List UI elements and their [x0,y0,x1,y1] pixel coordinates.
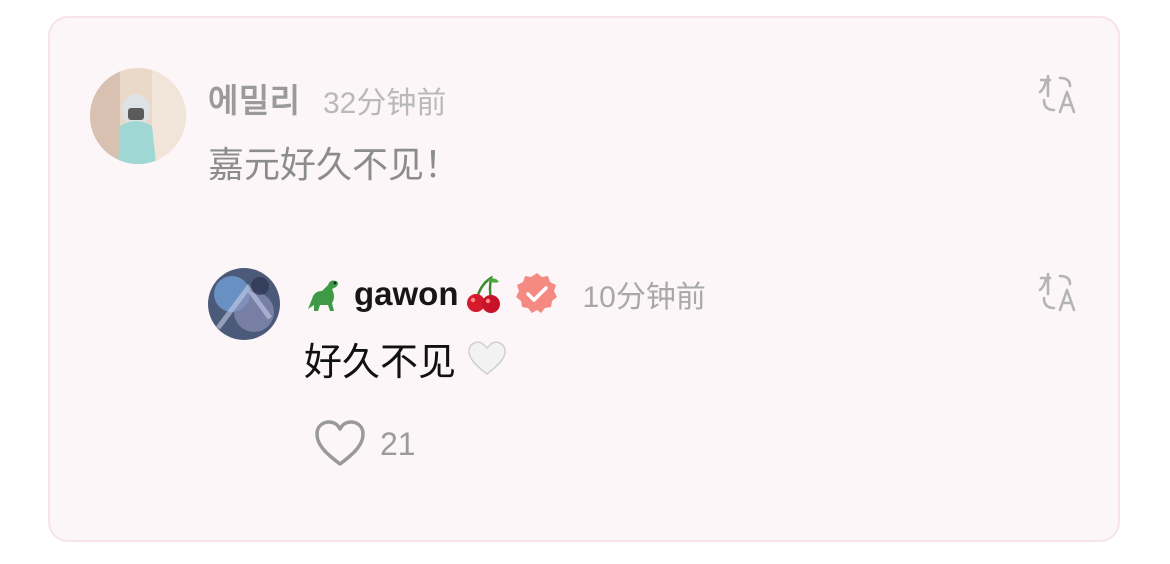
translate-icon[interactable] [1036,72,1080,116]
avatar[interactable] [90,68,186,164]
reply-text: 好久不见 [304,341,457,384]
comment-card: 에밀리 32分钟前 嘉元好久不见！ gawon 10分钟前 好久不见 21 [48,16,1120,542]
reply-avatar[interactable] [208,268,280,340]
reply-text-row: 好久不见 [304,334,508,384]
comment-text: 嘉元好久不见！ [208,144,461,185]
reply-header: gawon 10分钟前 [302,272,706,316]
translate-icon[interactable] [1036,270,1080,314]
reply-username[interactable]: gawon [354,275,459,313]
verified-badge-icon [513,270,561,318]
comment-timestamp: 32分钟前 [323,87,447,120]
comment-username[interactable]: 에밀리 [208,74,301,122]
reply-timestamp: 10分钟前 [582,281,706,314]
like-count: 21 [380,425,416,462]
dinosaur-emoji [302,273,344,315]
heart-outline-icon[interactable] [312,418,368,470]
cherries-emoji [465,274,503,314]
like-row: 21 [312,418,416,470]
white-heart-emoji [466,338,508,378]
